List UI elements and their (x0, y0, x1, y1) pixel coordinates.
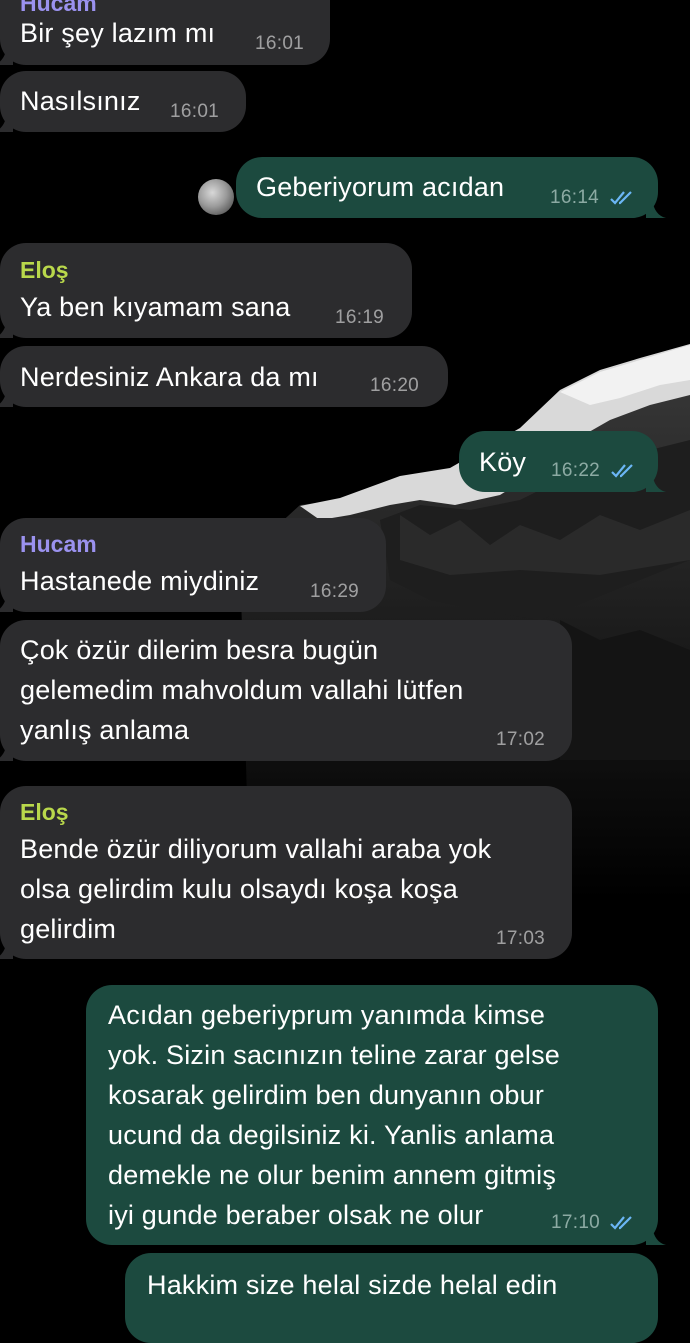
message-time: 17:03 (496, 928, 546, 949)
bubble-tail (0, 389, 13, 407)
message-bubble-incoming[interactable]: Eloş Ya ben kıyamam sana 16:19 (0, 243, 412, 338)
message-text: Bir şey lazım mı (20, 18, 216, 48)
message-text-line: gelirdim (20, 914, 117, 944)
sender-name: Hucam (20, 531, 97, 557)
avatar[interactable] (198, 179, 234, 215)
bubble-tail (0, 941, 13, 959)
message-time: 17:02 (496, 729, 546, 750)
message-text: Geberiyorum acıdan (256, 172, 505, 202)
message-text-line: ucund da degilsiniz ki. Yanlis anlama (108, 1120, 555, 1150)
bubble-tail (646, 1227, 666, 1245)
message-text: Hakkim size helal sizde helal edin (147, 1270, 558, 1300)
message-text: Hastanede miydiniz (20, 566, 260, 596)
bubble-tail (646, 200, 666, 218)
message-text-line: iyi gunde beraber olsak ne olur (108, 1200, 484, 1230)
message-text-line: Acıdan geberiyprum yanımda kimse (108, 1000, 546, 1030)
message-bubble-outgoing[interactable]: Hakkim size helal sizde helal edin (125, 1253, 658, 1343)
message-text-line: demekle ne olur benim annem gitmiş (108, 1160, 557, 1190)
message-bubble-outgoing[interactable]: Acıdan geberiyprum yanımda kimse yok. Si… (86, 985, 666, 1245)
message-bubble-incoming[interactable]: Çok özür dilerim besra bugün gelemedim m… (0, 620, 572, 761)
bubble-tail (0, 47, 13, 65)
message-text-line: kosarak gelirdim ben dunyanın obur (108, 1080, 545, 1110)
message-bubble-incoming[interactable]: Hucam Bir şey lazım mı 16:01 (0, 0, 330, 65)
bubble-tail (0, 743, 13, 761)
message-text: Nerdesiniz Ankara da mı (20, 362, 319, 392)
message-time: 16:29 (310, 581, 360, 602)
message-text-line: olsa gelirdim kulu olsaydı koşa koşa (20, 874, 458, 904)
message-text-line: Bende özür diliyorum vallahi araba yok (20, 834, 492, 864)
double-check-icon (610, 1216, 632, 1230)
message-time: 17:10 (551, 1212, 601, 1233)
message-time: 16:14 (550, 187, 600, 208)
message-bubble-outgoing[interactable]: Geberiyorum acıdan 16:14 (236, 157, 666, 218)
message-text: Ya ben kıyamam sana (20, 292, 291, 322)
bubble-tail (0, 114, 13, 132)
message-text: Köy (479, 447, 527, 477)
bubble-tail (0, 320, 13, 338)
message-time: 16:22 (551, 460, 601, 481)
message-bubble-outgoing[interactable]: Köy 16:22 (459, 431, 666, 492)
message-text-line: Çok özür dilerim besra bugün (20, 635, 379, 665)
sender-name: Eloş (20, 799, 69, 825)
double-check-icon (611, 464, 633, 478)
double-check-icon (610, 191, 632, 205)
message-bubble-incoming[interactable]: Eloş Bende özür diliyorum vallahi araba … (0, 786, 572, 959)
message-text-line: yok. Sizin sacınızın teline zarar gelse (108, 1040, 561, 1070)
message-time: 16:01 (255, 33, 305, 54)
message-text: Nasılsınız (20, 86, 141, 116)
bubble-tail (0, 594, 13, 612)
message-text-line: yanlış anlama (20, 715, 190, 745)
message-bubble-incoming[interactable]: Hucam Hastanede miydiniz 16:29 (0, 518, 386, 612)
sender-name: Eloş (20, 257, 69, 283)
message-bubble-incoming[interactable]: Nerdesiniz Ankara da mı 16:20 (0, 346, 448, 407)
bubble-tail (646, 474, 666, 492)
message-time: 16:19 (335, 307, 385, 328)
message-text-line: gelemedim mahvoldum vallahi lütfen (20, 675, 464, 705)
message-time: 16:01 (170, 101, 220, 122)
message-time: 16:20 (370, 375, 420, 396)
message-bubble-incoming[interactable]: Nasılsınız 16:01 (0, 71, 246, 132)
